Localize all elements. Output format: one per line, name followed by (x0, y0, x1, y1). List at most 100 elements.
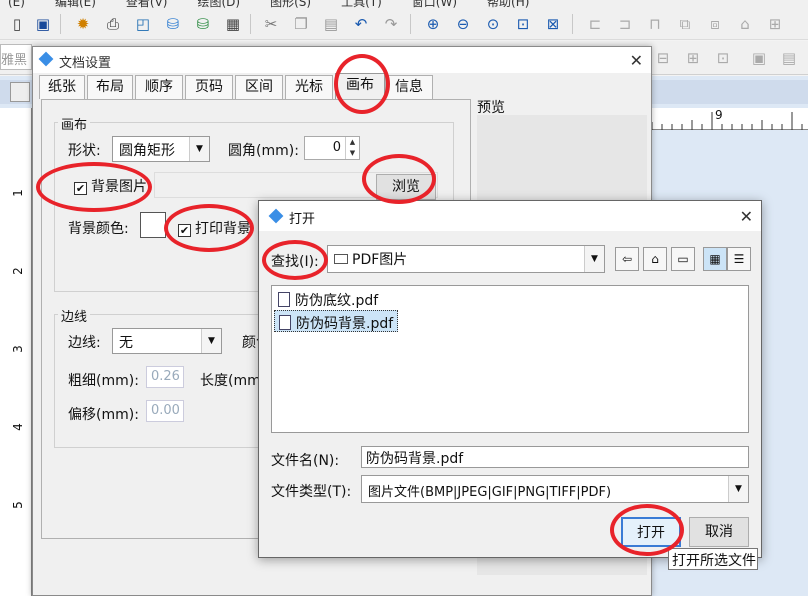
lock-icon[interactable]: ⌂ (734, 13, 756, 35)
align-left-icon[interactable]: ⊏ (584, 13, 606, 35)
look-in-select[interactable]: PDF图片 ▼ (327, 245, 605, 273)
save-icon[interactable]: ▣ (32, 13, 54, 35)
undo-icon[interactable]: ↶ (350, 13, 372, 35)
menu-item[interactable]: 查看(V) (126, 0, 168, 8)
tab-info[interactable]: 信息 (385, 75, 433, 99)
redo-icon[interactable]: ↷ (380, 13, 402, 35)
ruler-label: 4 (10, 423, 25, 431)
highlight-ring (362, 154, 436, 204)
vertical-ruler: 1 2 3 4 5 (0, 108, 32, 596)
zoom-width-icon[interactable]: ⊡ (512, 13, 534, 35)
background-color-swatch[interactable] (140, 212, 166, 238)
close-icon[interactable]: ✕ (630, 51, 643, 70)
print-preview-icon[interactable]: ◰ (132, 13, 154, 35)
ruler-label: 2 (10, 267, 25, 275)
dialog-title: 文档设置 (59, 56, 112, 71)
ruler-label: 9 (715, 108, 723, 122)
corner-radius-label: 圆角(mm): (228, 143, 299, 159)
chevron-down-icon: ▼ (728, 476, 748, 502)
size-icon[interactable]: ⊡ (712, 47, 734, 69)
tab-range[interactable]: 区间 (235, 75, 283, 99)
offset-label: 偏移(mm): (68, 407, 139, 423)
dialog-titlebar[interactable]: 打开 ✕ (259, 201, 761, 231)
menu-item[interactable]: 窗口(W) (412, 0, 457, 8)
highlight-ring (334, 54, 390, 114)
menu-item[interactable]: 图形(S) (270, 0, 311, 8)
database-icon[interactable]: ⛁ (162, 13, 184, 35)
ruler-label: 1 (10, 189, 25, 197)
paste-icon[interactable]: ▤ (320, 13, 342, 35)
distribute-icon[interactable]: ⊞ (764, 13, 786, 35)
file-list: 防伪底纹.pdf 防伪码背景.pdf (271, 285, 749, 433)
border-label: 边线: (68, 335, 101, 351)
thickness-input[interactable]: 0.26 (146, 366, 184, 388)
menu-item[interactable]: 帮助(H) (487, 0, 529, 8)
menu-item[interactable]: 工具(T) (341, 0, 382, 8)
details-view-icon[interactable]: ☰ (727, 247, 751, 271)
tab-layout[interactable]: 布局 (87, 75, 133, 99)
menu-bar: (E) 编辑(E) 查看(V) 绘图(D) 图形(S) 工具(T) 窗口(W) 帮助(H) (0, 0, 808, 8)
spacing-icon[interactable]: ⊞ (682, 47, 704, 69)
shape-select[interactable]: 圆角矩形 ▼ (112, 136, 210, 162)
menu-item[interactable]: (E) (8, 0, 25, 8)
copy-icon[interactable]: ❐ (290, 13, 312, 35)
border-select[interactable]: 无 ▼ (112, 328, 222, 354)
print-icon[interactable]: ⎙ (102, 13, 124, 35)
align-center-icon[interactable]: ⊐ (614, 13, 636, 35)
filetype-select[interactable]: 图片文件(BMP|JPEG|GIF|PNG|TIFF|PDF) ▼ (361, 475, 749, 503)
document-icon[interactable] (10, 82, 30, 102)
zoom-fit-icon[interactable]: ⊙ (482, 13, 504, 35)
corner-radius-spinner[interactable]: 0 ▲ ▼ (304, 136, 360, 160)
cancel-button[interactable]: 取消 (689, 517, 749, 547)
dialog-title: 打开 (289, 212, 316, 227)
chevron-down-icon: ▼ (189, 137, 209, 161)
grid-icon[interactable]: ▦ (222, 13, 244, 35)
cut-icon[interactable]: ✂ (260, 13, 282, 35)
preview-label: 预览 (477, 100, 505, 116)
app-icon (268, 208, 284, 224)
layer-front-icon[interactable]: ▣ (748, 47, 770, 69)
group-icon[interactable]: ⧉ (674, 13, 696, 35)
list-item[interactable]: 防伪底纹.pdf (274, 288, 382, 310)
filetype-label: 文件类型(T): (271, 484, 352, 500)
highlight-ring (610, 504, 684, 556)
ruler-label: 5 (10, 501, 25, 509)
shape-label: 形状: (68, 143, 101, 159)
new-folder-icon[interactable]: ▭ (671, 247, 695, 271)
menu-item[interactable]: 编辑(E) (55, 0, 96, 8)
tab-cursor[interactable]: 光标 (285, 75, 333, 99)
main-toolbar: ▯ ▣ ✹ ⎙ ◰ ⛁ ⛁ ▦ ✂ ❐ ▤ ↶ ↷ ⊕ ⊖ ⊙ ⊡ ⊠ ⊏ ⊐ … (0, 8, 808, 40)
tab-page-number[interactable]: 页码 (185, 75, 233, 99)
settings-icon[interactable]: ✹ (72, 13, 94, 35)
tooltip: 打开所选文件 (668, 548, 758, 570)
fullscreen-icon[interactable]: ⊠ (542, 13, 564, 35)
open-file-dialog: 打开 ✕ 查找(I): PDF图片 ▼ ⇦ ⌂ ▭ ▦ ☰ 防伪底纹.pdf 防… (258, 200, 762, 558)
tab-paper[interactable]: 纸张 (39, 75, 85, 99)
spinner-arrows-icon[interactable]: ▲ ▼ (345, 137, 359, 159)
database-settings-icon[interactable]: ⛁ (192, 13, 214, 35)
group-label: 边线 (58, 306, 91, 325)
tab-order[interactable]: 顺序 (135, 75, 183, 99)
offset-input[interactable]: 0.00 (146, 400, 184, 422)
app-icon (38, 51, 54, 67)
close-icon[interactable]: ✕ (740, 207, 753, 226)
ungroup-icon[interactable]: ⧈ (704, 13, 726, 35)
up-folder-icon[interactable]: ⌂ (643, 247, 667, 271)
zoom-out-icon[interactable]: ⊖ (452, 13, 474, 35)
group-label: 画布 (58, 114, 91, 133)
length-label: 长度(mm) (200, 373, 267, 389)
back-icon[interactable]: ⇦ (615, 247, 639, 271)
file-icon (278, 292, 290, 307)
align-icon[interactable]: ⊟ (652, 47, 674, 69)
highlight-ring (262, 240, 328, 280)
menu-item[interactable]: 绘图(D) (197, 0, 240, 8)
font-name-box[interactable]: 雅黑 (0, 44, 32, 70)
align-top-icon[interactable]: ⊓ (644, 13, 666, 35)
filename-input[interactable]: 防伪码背景.pdf (361, 446, 749, 468)
highlight-ring (164, 204, 254, 252)
zoom-in-icon[interactable]: ⊕ (422, 13, 444, 35)
list-view-icon[interactable]: ▦ (703, 247, 727, 271)
layer-back-icon[interactable]: ▤ (778, 47, 800, 69)
page-icon[interactable]: ▯ (6, 13, 28, 35)
list-item[interactable]: 防伪码背景.pdf (274, 310, 399, 332)
